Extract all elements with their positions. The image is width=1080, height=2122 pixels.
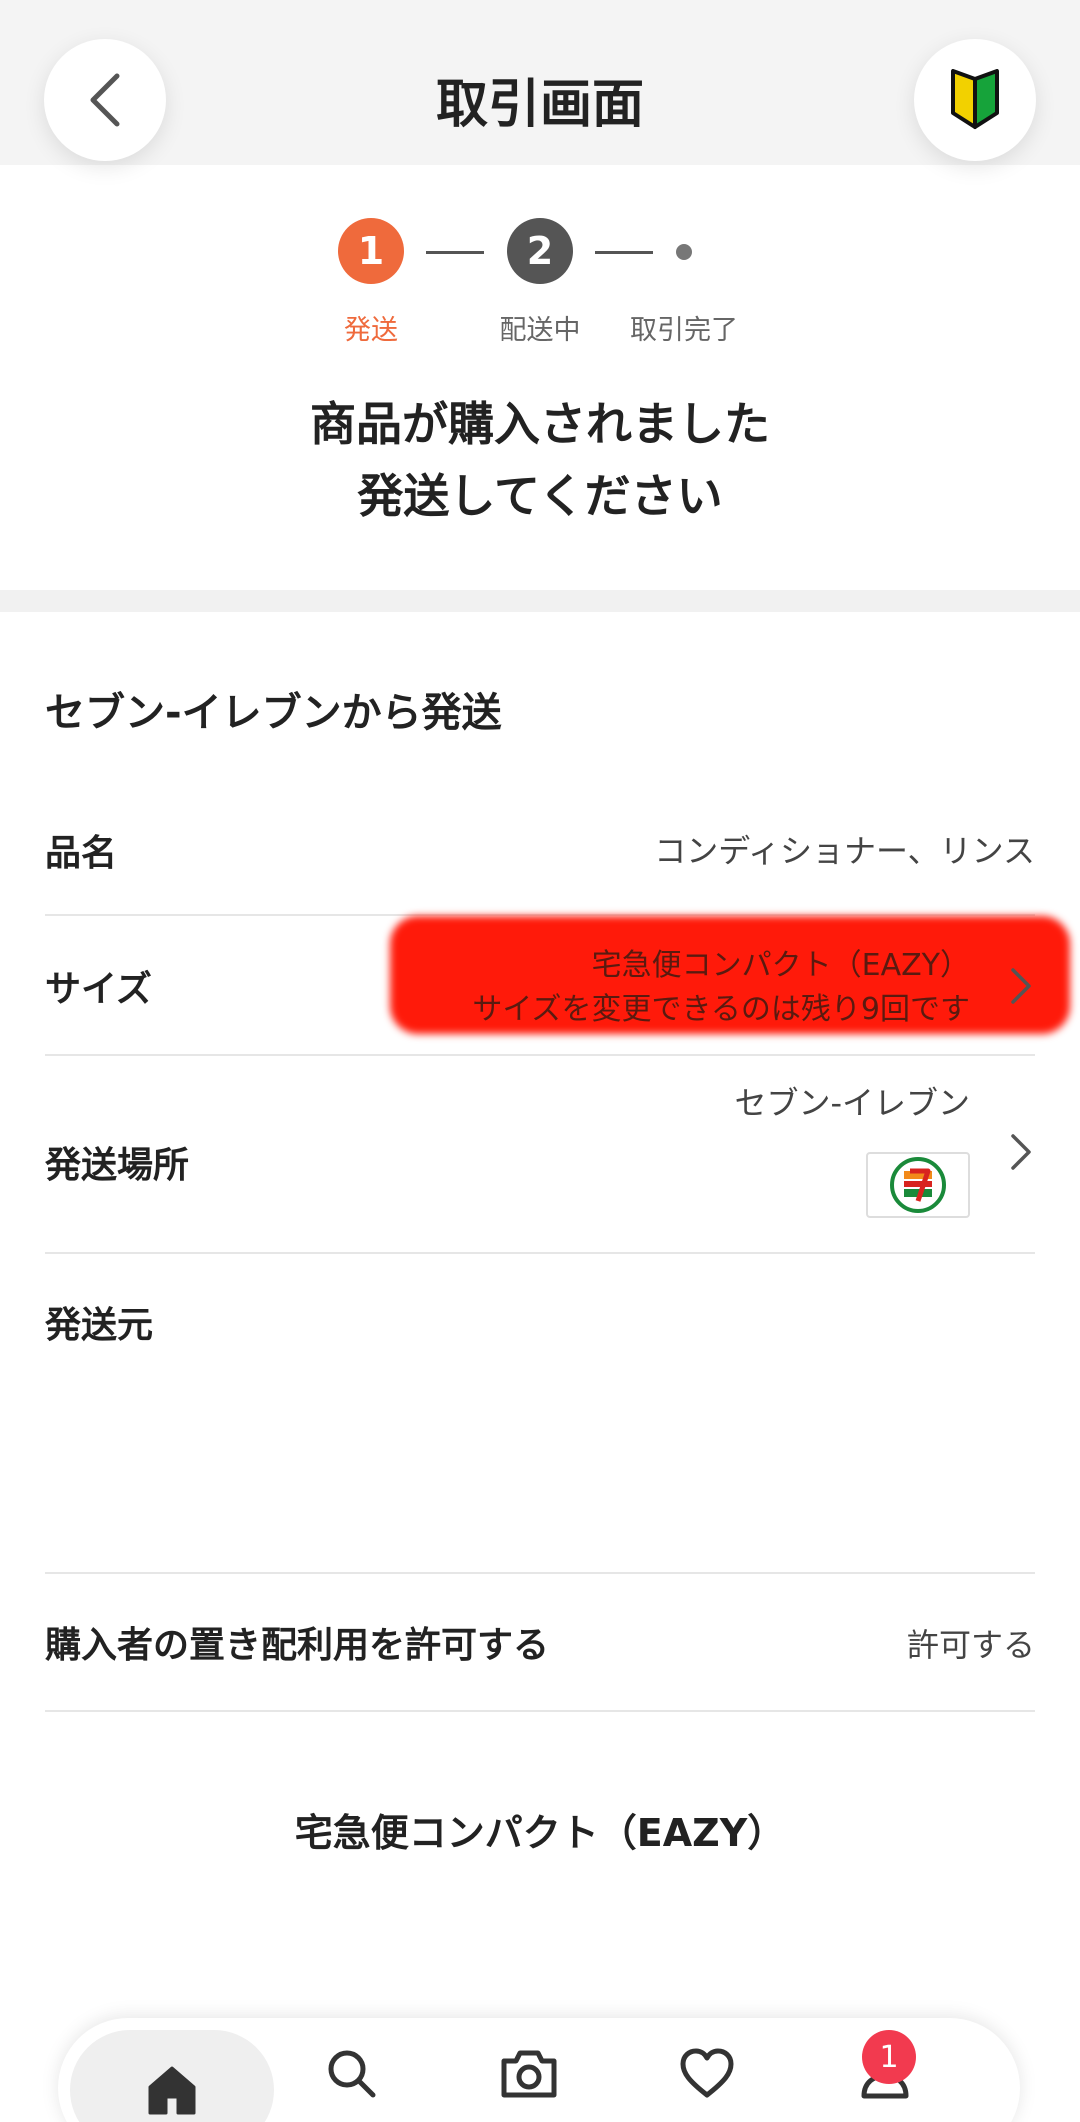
status-message-line: 発送してください — [357, 469, 723, 523]
tab-search[interactable] — [276, 2028, 426, 2118]
status-message: 商品が購入されました 発送してください — [0, 388, 1080, 532]
tab-likes[interactable] — [632, 2028, 782, 2118]
status-message-line: 商品が購入されました — [310, 397, 770, 451]
step-2-label: 配送中 — [499, 315, 581, 346]
item-name-value: コンディショナー、リンス — [654, 832, 1035, 870]
beginner-guide-button[interactable] — [914, 39, 1036, 161]
step-connector — [595, 251, 653, 254]
size-value-name: 宅急便コンパクト（EAZY） — [591, 948, 970, 983]
size-change-note: サイズを変更できるのは残り9回です — [472, 992, 970, 1027]
section-divider — [0, 590, 1080, 612]
seven-eleven-logo — [866, 1152, 970, 1218]
size-row[interactable]: サイズ 宅急便コンパクト（EAZY） サイズを変更できるのは残り9回です — [45, 916, 1070, 1056]
notification-badge: 1 — [862, 2030, 916, 2084]
shipping-place-row[interactable]: 発送場所 セブン-イレブン — [45, 1056, 1035, 1254]
section-title: セブン-イレブンから発送 — [45, 690, 502, 736]
shipping-place-value: セブン-イレブン — [734, 1084, 970, 1122]
step-3-dot — [676, 244, 692, 260]
tab-sell-camera[interactable] — [454, 2028, 604, 2118]
item-name-row: 品名 コンディショナー、リンス — [45, 790, 1035, 916]
shipping-origin-label: 発送元 — [45, 1305, 154, 1346]
camera-icon — [501, 2050, 557, 2098]
step-3-label: 取引完了 — [630, 315, 738, 346]
tab-home[interactable] — [70, 2030, 274, 2122]
item-name-label: 品名 — [45, 833, 118, 874]
shipping-place-label: 発送場所 — [45, 1145, 190, 1186]
beginner-mark-icon — [951, 69, 999, 129]
service-name-heading: 宅急便コンパクト（EAZY） — [294, 1811, 786, 1855]
heart-icon — [680, 2048, 734, 2098]
step-1-label: 発送 — [344, 315, 398, 346]
step-connector — [426, 251, 484, 254]
chevron-right-icon — [1011, 1134, 1031, 1170]
home-icon — [148, 2066, 196, 2115]
search-icon — [328, 2050, 376, 2098]
size-label: サイズ — [45, 969, 152, 1010]
size-value: 宅急便コンパクト（EAZY） サイズを変更できるのは残り9回です — [472, 944, 970, 1032]
place-delivery-permission-row[interactable]: 購入者の置き配利用を許可する 許可する — [45, 1574, 1035, 1712]
chevron-right-icon — [1011, 968, 1031, 1004]
shipping-origin-row: 発送元 — [45, 1254, 1035, 1574]
step-1-dot: 1 — [338, 218, 404, 284]
step-2-dot: 2 — [507, 218, 573, 284]
place-delivery-permission-value[interactable]: 許可する — [907, 1620, 1035, 1666]
place-delivery-permission-label: 購入者の置き配利用を許可する — [45, 1625, 550, 1666]
progress-stepper: 1 2 発送 配送中 取引完了 — [0, 218, 1080, 358]
